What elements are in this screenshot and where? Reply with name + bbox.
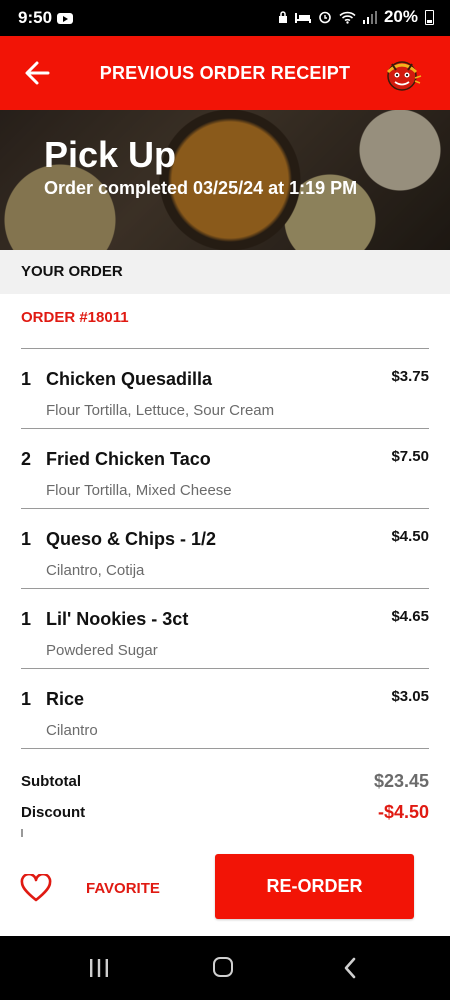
- item-price: $4.50: [391, 528, 429, 545]
- battery-icon: [425, 9, 434, 25]
- list-item: 1 Queso & Chips - 1/2 $4.50 Cilantro, Co…: [21, 508, 429, 588]
- discount-value: -$4.50: [377, 802, 429, 822]
- item-qty: 1: [21, 609, 32, 629]
- list-item: 1 Rice $3.05 Cilantro: [21, 668, 429, 749]
- scroll-indicator: [21, 829, 23, 837]
- favorite-button[interactable]: FAVORITE: [20, 868, 160, 908]
- subtotal-value: $23.45: [373, 771, 429, 791]
- list-item: 1 Chicken Quesadilla $3.75 Flour Tortill…: [21, 348, 429, 428]
- subtotal-label: Subtotal: [21, 773, 81, 790]
- item-price: $3.75: [391, 368, 429, 385]
- favorite-label: FAVORITE: [86, 879, 160, 897]
- item-name: Queso & Chips - 1/2: [46, 529, 217, 549]
- sleep-icon: [294, 13, 311, 23]
- status-time: 9:50: [18, 8, 53, 27]
- wifi-icon: [339, 11, 356, 24]
- system-nav-bar: [0, 936, 450, 1000]
- your-order-band: YOUR ORDER: [0, 250, 450, 294]
- item-modifiers: Powdered Sugar: [46, 642, 158, 659]
- discount-label: Discount: [21, 804, 86, 821]
- signal-icon: [362, 10, 377, 24]
- item-qty: 1: [21, 529, 32, 549]
- youtube-icon: [57, 13, 73, 24]
- item-modifiers: Flour Tortilla, Mixed Cheese: [46, 482, 232, 499]
- item-name: Rice: [46, 689, 85, 709]
- battery-percent: 20%: [383, 7, 418, 26]
- item-name: Fried Chicken Taco: [46, 449, 211, 469]
- item-modifiers: Flour Tortilla, Lettuce, Sour Cream: [46, 402, 275, 419]
- recents-icon[interactable]: [88, 958, 110, 978]
- brand-logo-icon[interactable]: [382, 54, 422, 94]
- reorder-button[interactable]: RE-ORDER: [215, 854, 414, 919]
- item-qty: 1: [21, 689, 32, 709]
- list-item: 2 Fried Chicken Taco $7.50 Flour Tortill…: [21, 428, 429, 508]
- order-completed-text: Order completed 03/25/24 at 1:19 PM: [44, 178, 358, 198]
- list-item: 1 Lil' Nookies - 3ct $4.65 Powdered Suga…: [21, 588, 429, 668]
- item-modifiers: Cilantro, Cotija: [46, 562, 145, 579]
- nav-back-icon[interactable]: [343, 957, 357, 979]
- order-items-list: 1 Chicken Quesadilla $3.75 Flour Tortill…: [21, 348, 429, 749]
- lock-icon: [278, 11, 287, 23]
- item-price: $4.65: [391, 608, 429, 625]
- item-price: $7.50: [391, 448, 429, 465]
- alarm-icon: [319, 11, 331, 24]
- item-price: $3.05: [391, 688, 429, 705]
- order-number: ORDER #18011: [21, 309, 129, 326]
- item-qty: 1: [21, 369, 32, 389]
- your-order-label: YOUR ORDER: [21, 263, 123, 280]
- item-qty: 2: [21, 449, 32, 469]
- app-header: PREVIOUS ORDER RECEIPT: [0, 36, 450, 110]
- hero-title: Pick Up: [44, 134, 177, 175]
- item-name: Lil' Nookies - 3ct: [46, 609, 189, 629]
- status-icons: 20%: [278, 7, 434, 27]
- home-icon[interactable]: [213, 957, 233, 977]
- item-name: Chicken Quesadilla: [46, 369, 213, 389]
- item-modifiers: Cilantro: [46, 722, 98, 739]
- hero-banner: Pick Up Order completed 03/25/24 at 1:19…: [0, 110, 450, 250]
- heart-icon: [20, 874, 52, 902]
- status-bar: 9:50 20%: [0, 0, 450, 36]
